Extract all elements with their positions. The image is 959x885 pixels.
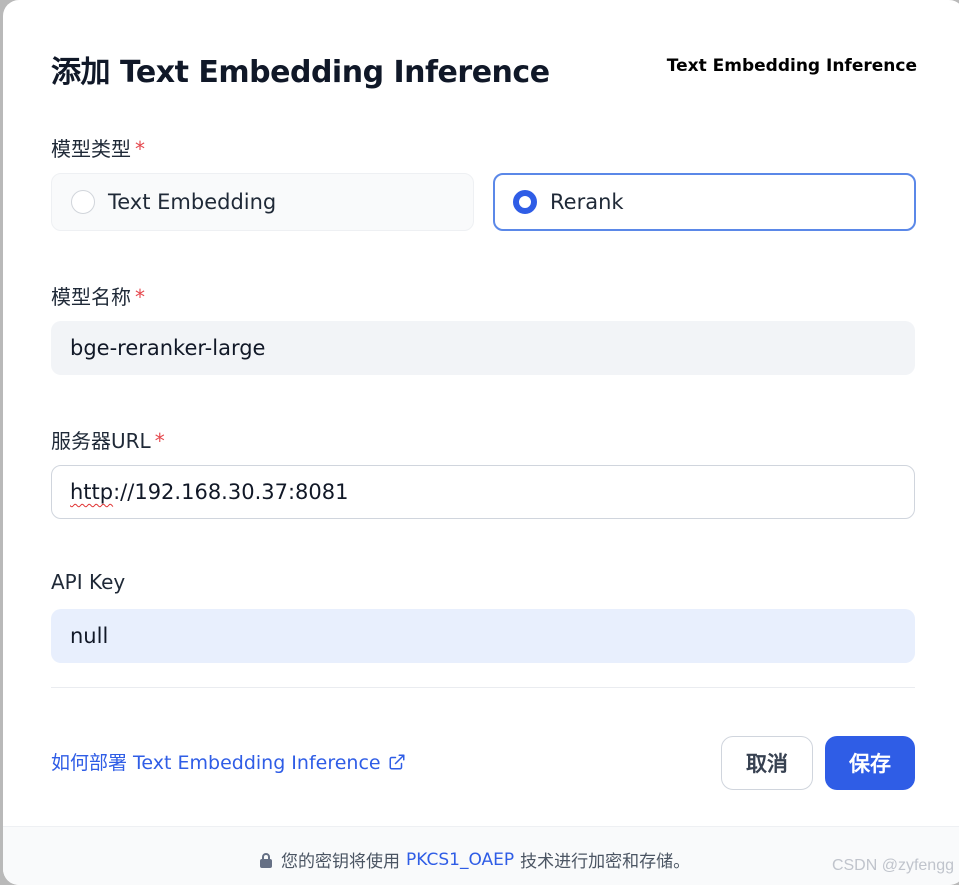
add-model-dialog: 添加 Text Embedding Inference Text Embeddi…: [3, 0, 959, 885]
server-url-label-text: 服务器URL: [51, 429, 151, 453]
dialog-title: 添加 Text Embedding Inference: [51, 55, 550, 90]
api-key-input[interactable]: null: [51, 609, 915, 663]
dialog-footer: 您的密钥将使用 PKCS1_OAEP 技术进行加密和存储。: [3, 826, 959, 885]
dialog-header: 添加 Text Embedding Inference Text Embeddi…: [51, 44, 917, 94]
model-name-input[interactable]: bge-reranker-large: [51, 321, 915, 375]
model-name-value: bge-reranker-large: [70, 336, 266, 360]
server-url-value-rest: ://192.168.30.37:8081: [113, 480, 349, 504]
radio-text-embedding-label: Text Embedding: [108, 190, 277, 214]
radio-checked-icon: [513, 190, 537, 214]
server-url-value-prefix: http: [70, 480, 114, 504]
watermark: CSDN @zyfengg: [831, 857, 954, 874]
radio-rerank[interactable]: Rerank: [493, 173, 916, 231]
server-url-label: 服务器URL *: [51, 425, 165, 454]
required-mark: *: [135, 285, 145, 309]
radio-unchecked-icon: [71, 190, 95, 214]
model-type-label: 模型类型 *: [51, 133, 145, 162]
server-url-input[interactable]: http://192.168.30.37:8081: [51, 465, 915, 519]
required-mark: *: [135, 137, 145, 161]
radio-rerank-label: Rerank: [550, 190, 624, 214]
deploy-doc-link[interactable]: 如何部署 Text Embedding Inference: [51, 748, 406, 775]
divider: [51, 687, 915, 688]
provider-name: Text Embedding Inference: [666, 56, 917, 76]
pkcs-link[interactable]: PKCS1_OAEP: [406, 850, 514, 870]
cancel-button[interactable]: 取消: [721, 736, 813, 790]
deploy-doc-link-text: 如何部署 Text Embedding Inference: [51, 752, 381, 774]
model-name-label: 模型名称 *: [51, 281, 145, 310]
encryption-notice-suffix: 技术进行加密和存储。: [520, 852, 691, 872]
encryption-notice-prefix: 您的密钥将使用: [281, 852, 400, 872]
save-button[interactable]: 保存: [825, 736, 915, 790]
required-mark: *: [154, 429, 165, 453]
model-name-label-text: 模型名称: [51, 285, 131, 309]
external-link-icon: [389, 754, 405, 769]
api-key-value: null: [70, 624, 109, 648]
encryption-notice: 您的密钥将使用 PKCS1_OAEP 技术进行加密和存储。: [259, 847, 690, 872]
api-key-label: API Key: [51, 570, 126, 594]
lock-icon: [260, 852, 272, 868]
model-type-label-text: 模型类型: [51, 137, 131, 161]
radio-text-embedding[interactable]: Text Embedding: [51, 173, 474, 231]
